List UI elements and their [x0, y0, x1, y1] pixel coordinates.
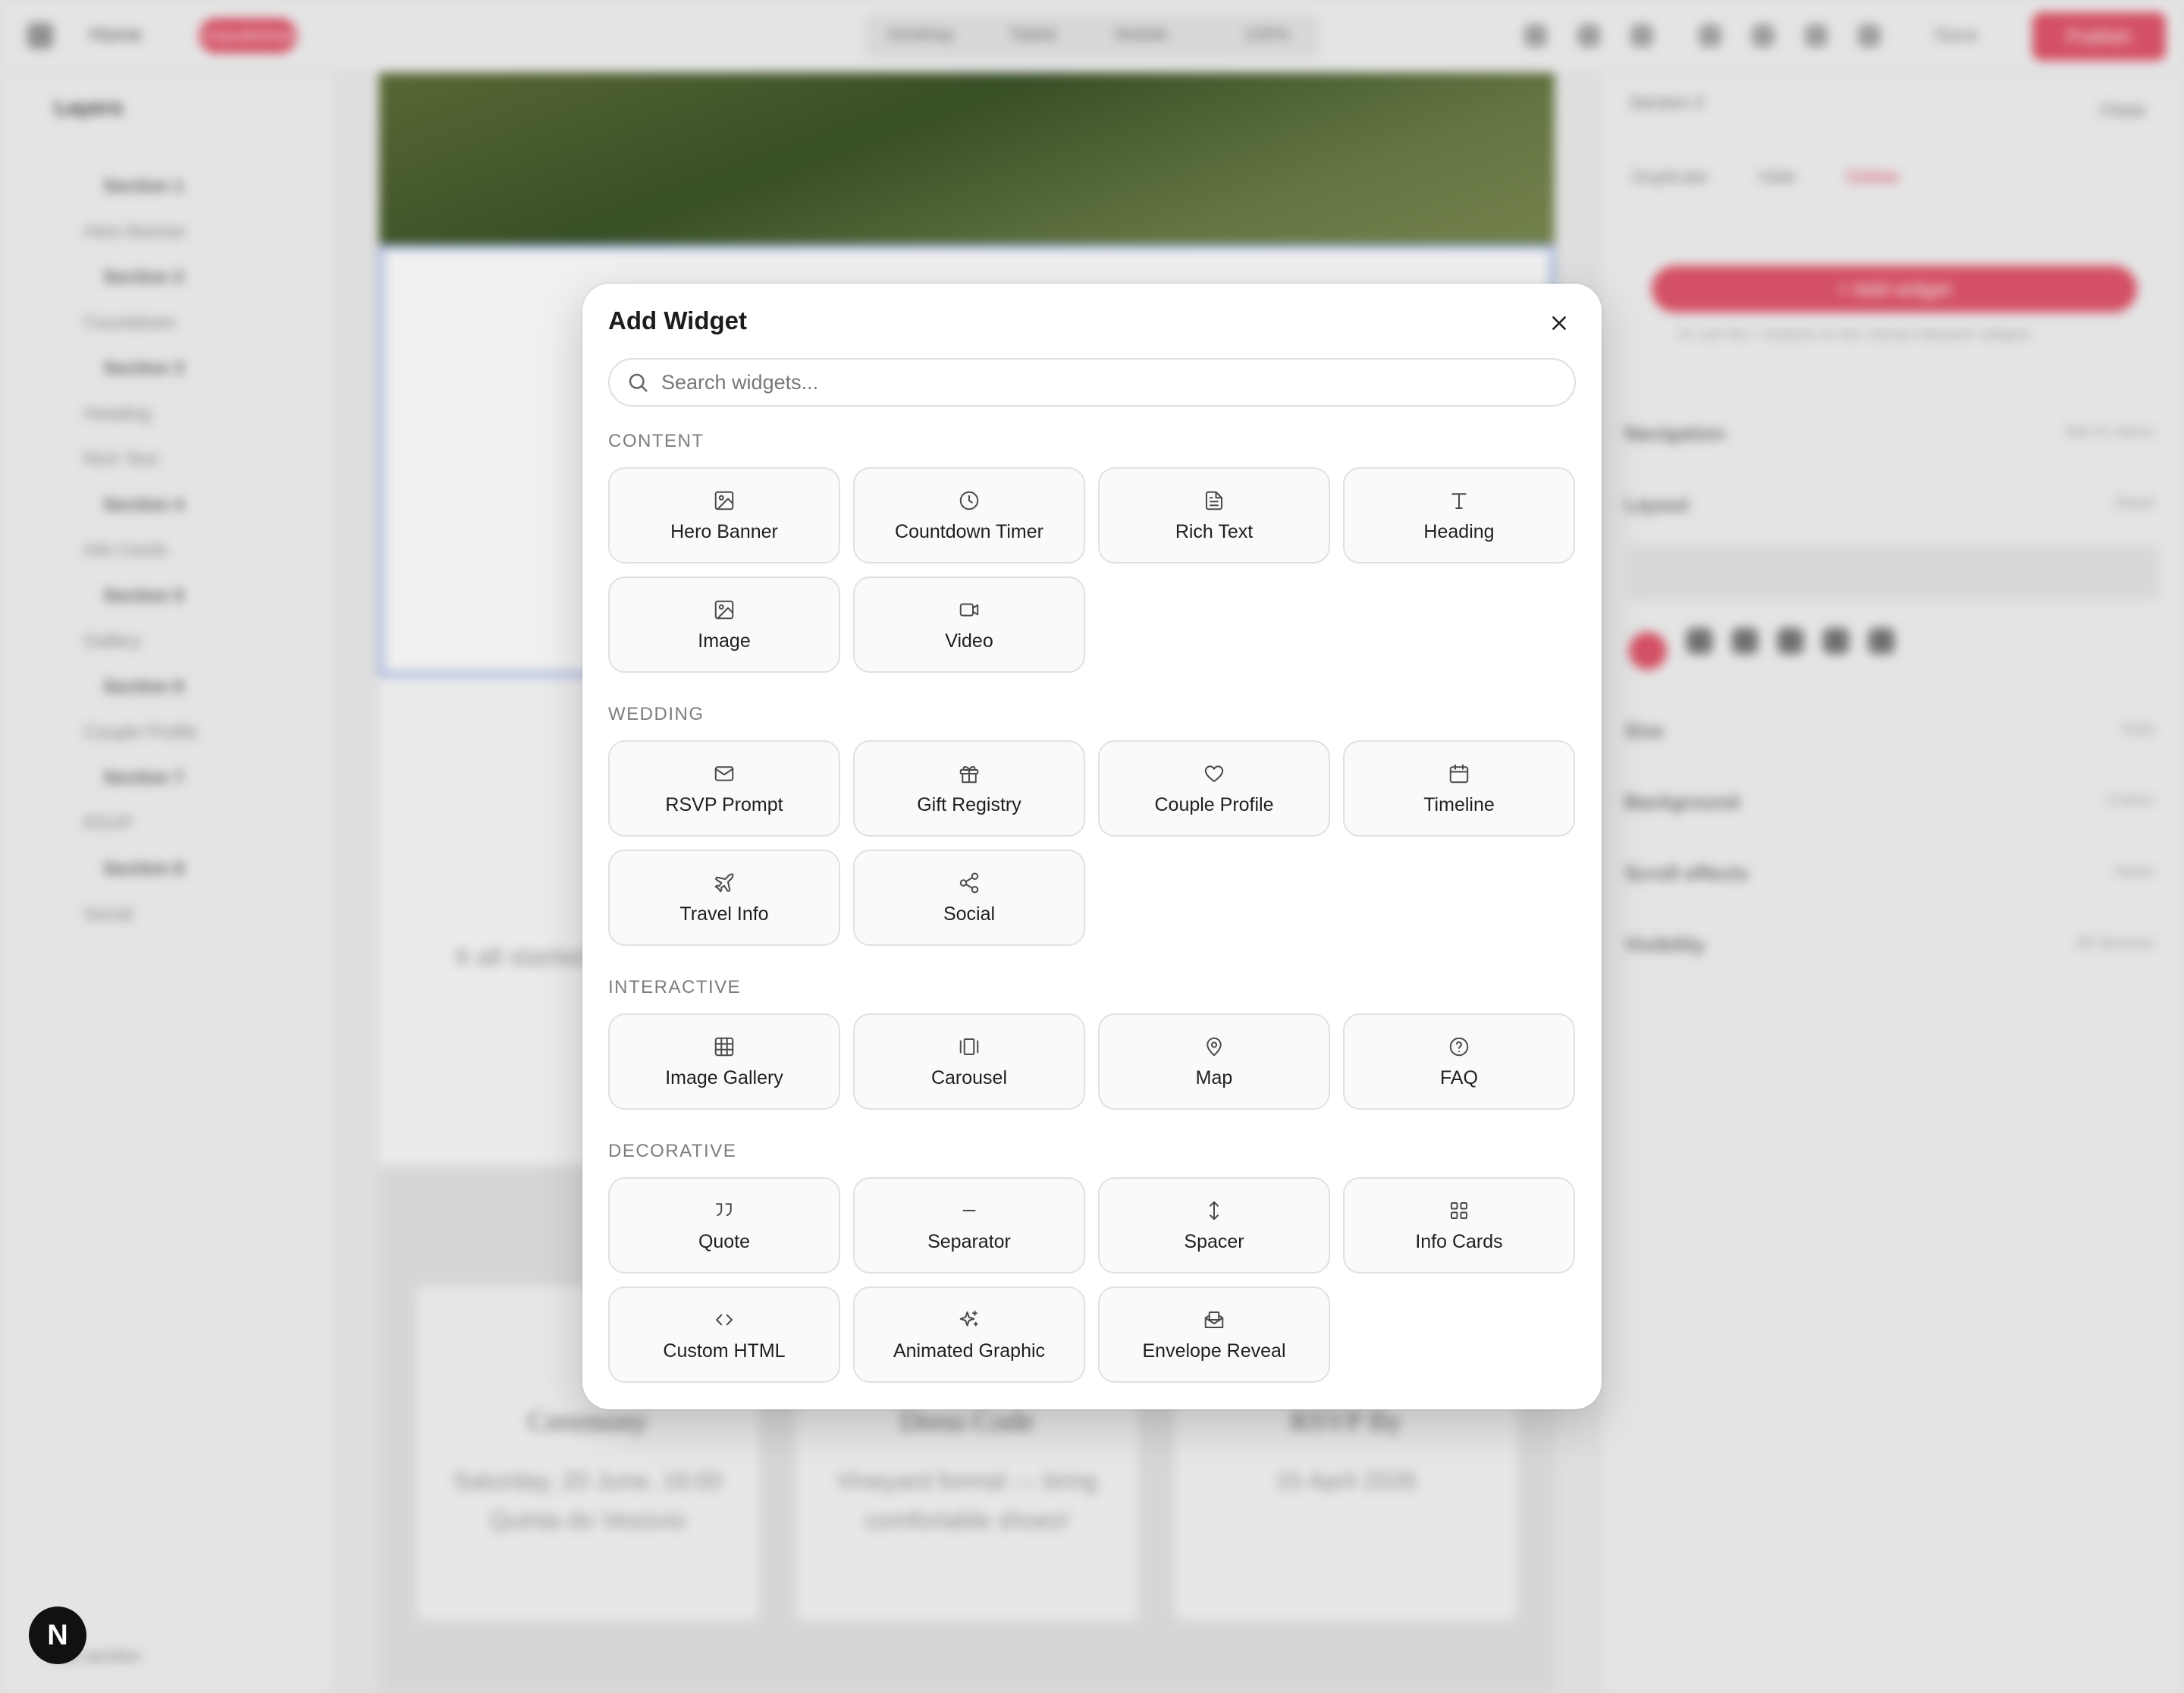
search-input[interactable] [661, 370, 1533, 394]
vertical-arrows-icon [1201, 1198, 1227, 1223]
widget-custom-html-button[interactable]: Custom HTML [608, 1286, 840, 1383]
widget-social-button[interactable]: Social [853, 850, 1085, 946]
section-label-content: CONTENT [608, 431, 704, 451]
widget-label: Heading [1423, 521, 1495, 542]
widget-separator-button[interactable]: Separator [853, 1177, 1085, 1274]
widget-spacer-button[interactable]: Spacer [1098, 1177, 1330, 1274]
widget-label: FAQ [1439, 1067, 1478, 1088]
share-icon [956, 870, 982, 896]
content-widgets-grid: Hero Banner Countdown Timer Rich Text Headi… [608, 467, 1576, 673]
widget-carousel-button[interactable]: Carousel [853, 1013, 1085, 1110]
widget-label: Travel Info [679, 903, 769, 925]
wedding-widgets-grid: RSVP Prompt Gift Registry Couple Profile Ti… [608, 740, 1576, 946]
clock-icon [956, 488, 982, 514]
quote-icon [711, 1198, 737, 1223]
carousel-icon [956, 1034, 982, 1060]
widget-label: Video [945, 630, 993, 652]
widget-travel-info-button[interactable]: Travel Info [608, 850, 840, 946]
envelope-open-icon [1201, 1307, 1227, 1333]
decorative-widgets-grid: Quote Separator Spacer Info Cards Custom HTM… [608, 1177, 1576, 1383]
search-icon [629, 373, 648, 392]
widget-label: Carousel [930, 1067, 1008, 1088]
widget-timeline-button[interactable]: Timeline [1343, 740, 1575, 837]
widget-rich-text-button[interactable]: Rich Text [1098, 467, 1330, 564]
widget-map-button[interactable]: Map [1098, 1013, 1330, 1110]
interactive-widgets-grid: Image Gallery Carousel Map FAQ [608, 1013, 1576, 1110]
widget-image-gallery-button[interactable]: Image Gallery [608, 1013, 840, 1110]
widget-label: Envelope Reveal [1142, 1340, 1286, 1362]
section-label-decorative: DECORATIVE [608, 1141, 737, 1161]
widget-label: Timeline [1423, 794, 1495, 815]
section-label-wedding: WEDDING [608, 704, 704, 724]
gift-icon [956, 761, 982, 787]
help-circle-icon [1446, 1034, 1472, 1060]
image-icon [711, 488, 737, 514]
widget-rsvp-prompt-button[interactable]: RSVP Prompt [608, 740, 840, 837]
widget-info-cards-button[interactable]: Info Cards [1343, 1177, 1575, 1274]
grid-icon [711, 1034, 737, 1060]
widget-couple-profile-button[interactable]: Couple Profile [1098, 740, 1330, 837]
widget-image-button[interactable]: Image [608, 576, 840, 673]
widget-label: Quote [698, 1231, 751, 1252]
widget-label: RSVP Prompt [665, 794, 783, 815]
map-pin-icon [1201, 1034, 1227, 1060]
widget-label: Social [943, 903, 996, 925]
video-icon [956, 597, 982, 623]
widget-gift-registry-button[interactable]: Gift Registry [853, 740, 1085, 837]
widget-label: Custom HTML [663, 1340, 786, 1362]
search-field[interactable] [608, 358, 1576, 407]
widget-hero-banner-button[interactable]: Hero Banner [608, 467, 840, 564]
close-button[interactable] [1542, 306, 1576, 340]
calendar-icon [1446, 761, 1472, 787]
mail-icon [711, 761, 737, 787]
widget-label: Hero Banner [670, 521, 778, 542]
widget-envelope-reveal-button[interactable]: Envelope Reveal [1098, 1286, 1330, 1383]
widget-quote-button[interactable]: Quote [608, 1177, 840, 1274]
section-label-interactive: INTERACTIVE [608, 977, 742, 997]
widget-label: Spacer [1184, 1231, 1244, 1252]
widget-label: Rich Text [1175, 521, 1254, 542]
type-icon [1446, 488, 1472, 514]
widget-heading-button[interactable]: Heading [1343, 467, 1575, 564]
widget-label: Animated Graphic [893, 1340, 1046, 1362]
widget-label: Gift Registry [917, 794, 1021, 815]
layout-grid-icon [1446, 1198, 1472, 1223]
widget-label: Image [698, 630, 751, 652]
widget-label: Couple Profile [1154, 794, 1274, 815]
widget-label: Info Cards [1415, 1231, 1503, 1252]
widget-label: Countdown Timer [895, 521, 1043, 542]
widget-label: Separator [927, 1231, 1011, 1252]
widget-faq-button[interactable]: FAQ [1343, 1013, 1575, 1110]
modal-title: Add Widget [608, 306, 747, 335]
close-icon [1552, 316, 1566, 330]
document-icon [1201, 488, 1227, 514]
code-icon [711, 1307, 737, 1333]
heart-icon [1201, 761, 1227, 787]
framework-badge[interactable]: N [29, 1607, 86, 1664]
image-icon [711, 597, 737, 623]
plane-icon [711, 870, 737, 896]
widget-video-button[interactable]: Video [853, 576, 1085, 673]
minus-icon [956, 1198, 982, 1223]
widget-animated-graphic-button[interactable]: Animated Graphic [853, 1286, 1085, 1383]
add-widget-modal: Add Widget CONTENT Hero Banner Countdown … [582, 284, 1602, 1409]
widget-countdown-timer-button[interactable]: Countdown Timer [853, 467, 1085, 564]
widget-label: Image Gallery [665, 1067, 783, 1088]
sparkles-icon [956, 1307, 982, 1333]
widget-label: Map [1195, 1067, 1233, 1088]
